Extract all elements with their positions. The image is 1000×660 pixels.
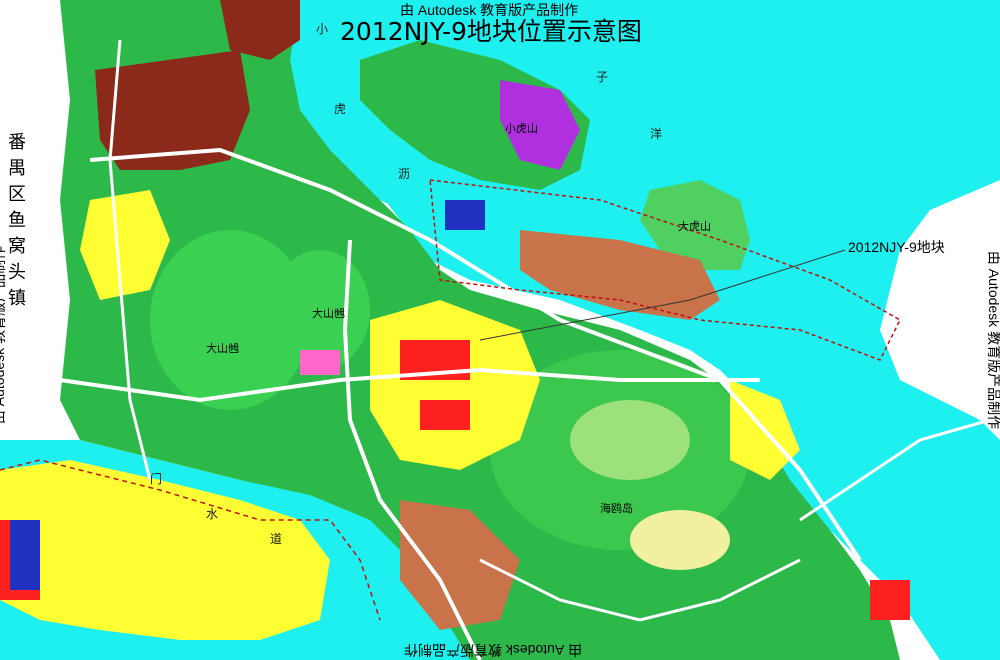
watermark-right: 由 Autodesk 教育版产品制作 xyxy=(986,251,1000,430)
parcel-callout-label: 2012NJY-9地块 xyxy=(848,239,945,255)
water-label-5: 洋 xyxy=(650,127,663,141)
place-label-xiaohu: 小虎山 xyxy=(505,122,538,135)
park-south xyxy=(570,400,690,480)
watermark-bottom: 由 Autodesk 教育版产品制作 xyxy=(404,642,583,658)
watermark-top: 由 Autodesk 教育版产品制作 xyxy=(400,2,579,18)
water-label-4: 子 xyxy=(596,70,609,84)
land-use-map[interactable]: 2012NJY-9地块位置示意图 由 Autodesk 教育版产品制作 由 Au… xyxy=(0,0,1000,660)
park-south-2 xyxy=(630,510,730,570)
water-label-2: 虎 xyxy=(334,102,347,116)
zone-blue-1 xyxy=(445,200,485,230)
district-label: 番禺区鱼窝头镇 xyxy=(8,132,26,309)
zone-blue-sw xyxy=(10,520,40,590)
water-label-1: 小 xyxy=(316,22,329,36)
place-label-dashan-1: 大山乸 xyxy=(206,342,239,355)
map-canvas xyxy=(0,0,1000,660)
zone-commercial-2 xyxy=(420,400,470,430)
place-label-dashan-2: 大山乸 xyxy=(312,307,345,320)
place-label-island: 海鸥岛 xyxy=(600,502,633,515)
zone-education-1 xyxy=(300,350,340,375)
water-label-7: 水 xyxy=(206,507,219,521)
zone-commercial-4 xyxy=(870,580,910,620)
water-label-6: 门 xyxy=(150,472,163,486)
place-label-dahu: 大虎山 xyxy=(678,220,711,233)
water-label-8: 道 xyxy=(270,532,283,546)
water-label-3: 沥 xyxy=(398,167,411,181)
